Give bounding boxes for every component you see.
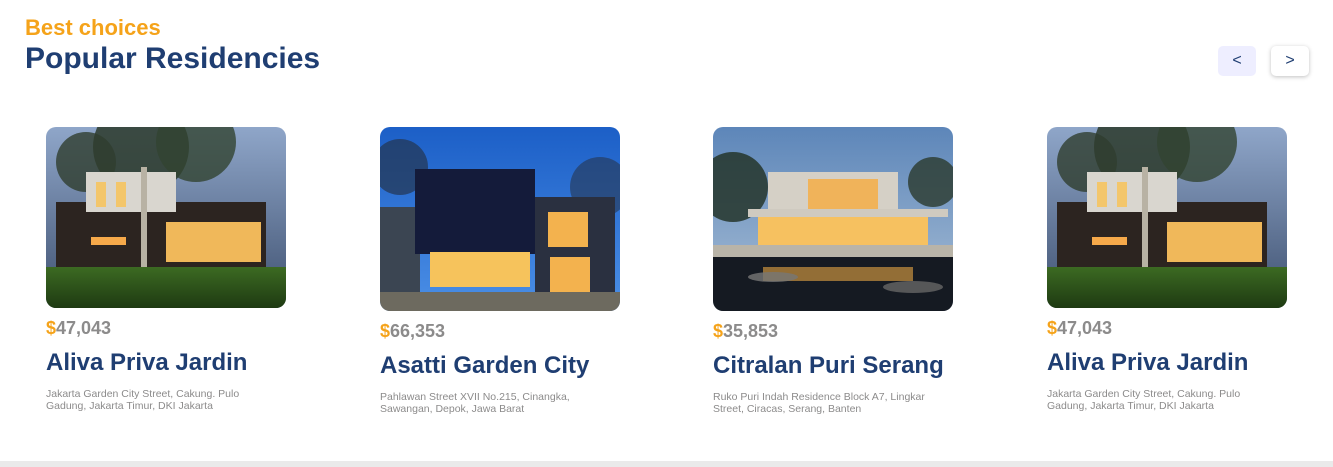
currency-symbol: $ — [380, 321, 391, 341]
price: $47,043 — [46, 318, 286, 339]
residency-address: Jakarta Garden City Street, Cakung. Pulo… — [1047, 388, 1241, 412]
currency-symbol: $ — [1047, 318, 1058, 338]
section-eyebrow: Best choices — [25, 15, 161, 40]
residency-card[interactable]: $47,043 Aliva Priva Jardin Jakarta Garde… — [46, 127, 286, 412]
house-with-pond-photo — [713, 127, 953, 311]
section-title: Popular Residencies — [25, 42, 321, 75]
residency-address: Jakarta Garden City Street, Cakung. Pulo… — [46, 388, 240, 412]
residency-name: Aliva Priva Jardin — [46, 349, 248, 376]
price: $66,353 — [380, 321, 620, 342]
price-value: 47,043 — [1057, 318, 1113, 338]
price-value: 66,353 — [390, 321, 446, 341]
currency-symbol: $ — [46, 318, 57, 338]
modern-dark-house-photo — [380, 127, 620, 311]
residency-name: Aliva Priva Jardin — [1047, 349, 1249, 376]
house-with-tree-photo — [46, 127, 286, 308]
residency-address: Pahlawan Street XVII No.215, Cinangka, S… — [380, 391, 570, 415]
residency-name: Citralan Puri Serang — [713, 352, 944, 379]
price: $47,043 — [1047, 318, 1287, 339]
previous-button[interactable]: < — [1218, 46, 1256, 76]
next-button[interactable]: > — [1271, 46, 1309, 76]
residency-card[interactable]: $35,853 Citralan Puri Serang Ruko Puri I… — [713, 127, 953, 415]
price-value: 35,853 — [723, 321, 779, 341]
price: $35,853 — [713, 321, 953, 342]
bottom-divider — [0, 461, 1333, 467]
price-value: 47,043 — [56, 318, 112, 338]
residency-name: Asatti Garden City — [380, 352, 590, 379]
residencies-section: Best choices Popular Residencies < > $47… — [0, 0, 1333, 467]
house-with-tree-photo — [1047, 127, 1287, 308]
residency-address: Ruko Puri Indah Residence Block A7, Ling… — [713, 391, 925, 415]
residency-card[interactable]: $66,353 Asatti Garden City Pahlawan Stre… — [380, 127, 620, 415]
residency-card[interactable]: $47,043 Aliva Priva Jardin Jakarta Garde… — [1047, 127, 1287, 412]
currency-symbol: $ — [713, 321, 724, 341]
